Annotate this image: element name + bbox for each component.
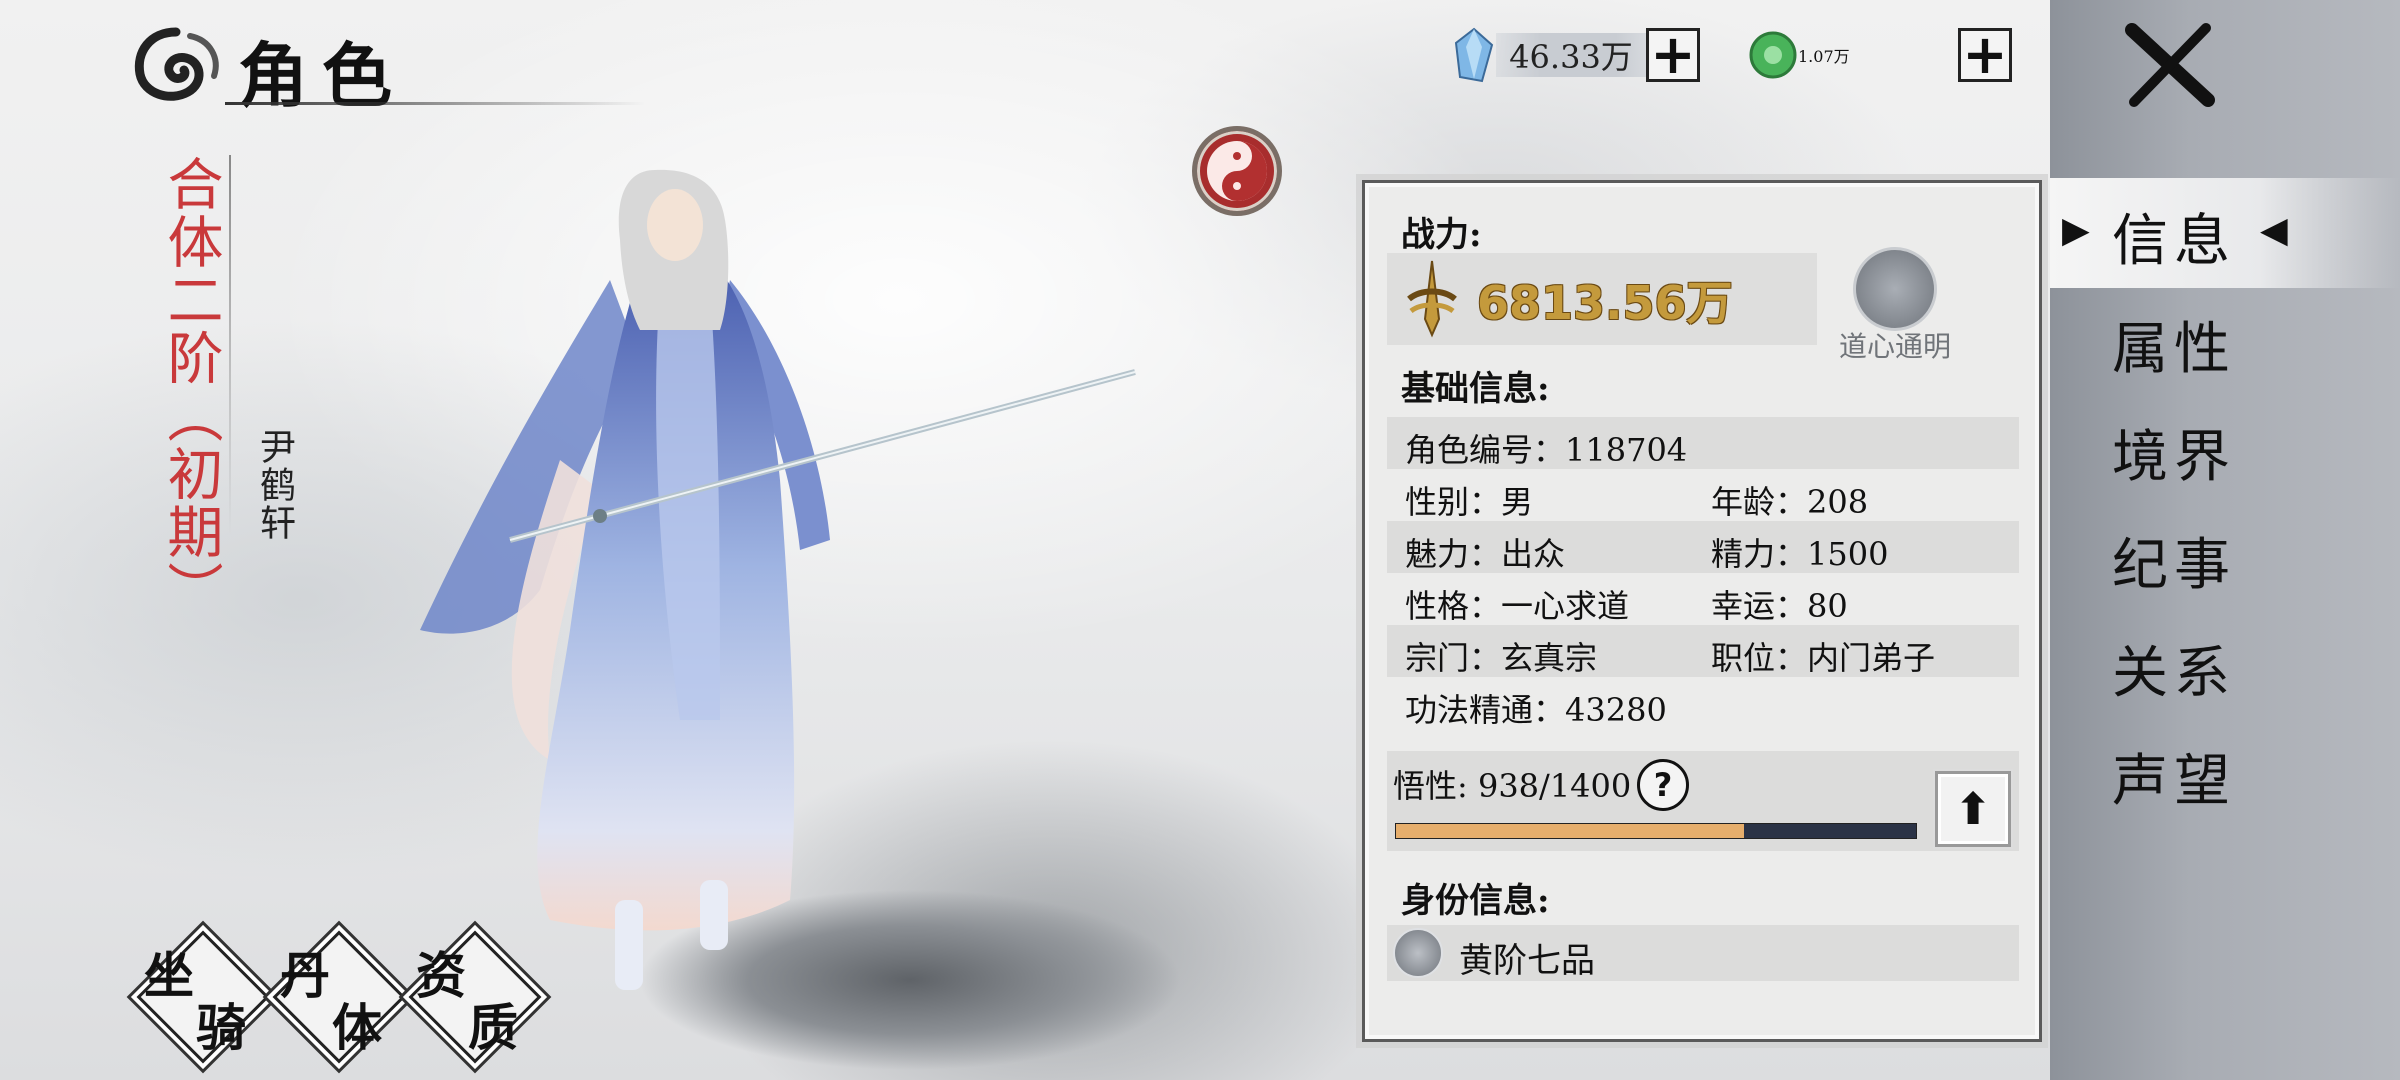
comprehension-label: 悟性: 938/1400	[1393, 767, 1632, 805]
technique-mastery: 功法精通：43280	[1405, 691, 1667, 729]
nav-item-reputation[interactable]: 声望	[2112, 736, 2262, 817]
add-jade-button[interactable]: +	[1958, 28, 2012, 82]
identity-rank: 黄阶七品	[1459, 941, 1595, 981]
jade-amount: 1.07万	[1798, 47, 1850, 66]
yin-yang-icon[interactable]	[1192, 126, 1282, 216]
help-button[interactable]: ?	[1637, 759, 1689, 811]
info-row: 角色编号：118704	[1387, 417, 2019, 469]
nav-item-relations[interactable]: 关系	[2112, 628, 2262, 709]
aptitude-button[interactable]: 资 质	[408, 930, 542, 1064]
title-underline	[225, 102, 645, 105]
nav-left-arrow-icon: ▶	[2062, 210, 2090, 251]
gender: 性别：男	[1405, 483, 1534, 521]
charm: 魅力：出众	[1405, 535, 1566, 573]
power-box: 6813.56万	[1387, 253, 1817, 345]
sword-emblem-icon	[1407, 260, 1457, 338]
info-row: 性格：一心求道 幸运：80	[1387, 573, 2019, 625]
currency-jade: 1.07万 +	[1748, 28, 2012, 82]
info-panel: 战力: 6813.56万 道心通明 基础信息: 角色编号：118704 性别：男…	[1362, 180, 2042, 1042]
age: 年龄：208	[1711, 483, 1869, 521]
position: 职位：内门弟子	[1711, 639, 1936, 677]
aptitude-label-1: 资	[416, 946, 466, 1005]
nav-item-info[interactable]: 信息	[2112, 196, 2262, 277]
body-label-1: 丹	[280, 946, 330, 1005]
nav-item-chronicle[interactable]: 纪事	[2112, 520, 2262, 601]
body-label-2: 体	[332, 998, 382, 1057]
daoxin-label: 道心通明	[1838, 330, 1951, 363]
power-title: 战力:	[1401, 215, 1482, 255]
luck: 幸运：80	[1711, 587, 1848, 625]
realm-label: 合体二阶（初期）	[158, 155, 223, 619]
info-row: 功法精通：43280	[1387, 677, 2019, 729]
mount-label-1: 坐	[144, 946, 194, 1005]
energy: 精力：1500	[1711, 535, 1889, 573]
nav-item-realm[interactable]: 境界	[2112, 412, 2262, 493]
currency-crystal: 46.33万 +	[1452, 27, 1700, 83]
upgrade-arrow-button[interactable]: ⬆	[1935, 771, 2011, 847]
power-value: 6813.56万	[1477, 276, 1733, 330]
cloud-logo-icon	[134, 27, 219, 101]
info-row: 性别：男 年龄：208	[1387, 469, 2019, 521]
crystal-amount: 46.33万	[1496, 33, 1646, 77]
lotus-meditation-icon	[1853, 247, 1937, 331]
comprehension-progress-bar	[1395, 823, 1917, 839]
close-icon[interactable]	[2120, 20, 2220, 110]
realm-divider	[229, 155, 231, 535]
crystal-icon	[1454, 27, 1494, 83]
identity-row: 黄阶七品	[1387, 925, 2019, 981]
add-crystal-button[interactable]: +	[1646, 28, 1700, 82]
rank-emblem-icon	[1393, 928, 1443, 978]
sect: 宗门：玄真宗	[1405, 639, 1598, 677]
identity-title: 身份信息:	[1401, 881, 1550, 921]
page-title: 角色	[238, 34, 406, 117]
info-row: 魅力：出众 精力：1500	[1387, 521, 2019, 573]
daoxin-badge[interactable]: 道心通明	[1825, 247, 1965, 363]
comprehension-progress-fill	[1396, 824, 1745, 838]
role-id: 角色编号：118704	[1405, 431, 1688, 469]
mount-label-2: 骑	[196, 998, 246, 1057]
body-refine-button[interactable]: 丹 体	[272, 930, 406, 1064]
jade-coin-icon	[1749, 31, 1797, 79]
header: 角色	[130, 14, 645, 117]
info-row: 宗门：玄真宗 职位：内门弟子	[1387, 625, 2019, 677]
nav-right-arrow-icon: ◀	[2260, 210, 2288, 251]
personality: 性格：一心求道	[1405, 587, 1630, 625]
character-name: 尹鹤轩	[254, 428, 295, 542]
nav-item-attributes[interactable]: 属性	[2112, 304, 2262, 385]
mount-button[interactable]: 坐 骑	[136, 930, 270, 1064]
aptitude-label-2: 质	[468, 998, 518, 1057]
basic-info-title: 基础信息:	[1401, 369, 1550, 409]
comprehension-section: 悟性: 938/1400 ? ⬆	[1387, 751, 2019, 851]
character-figure	[420, 169, 1136, 990]
